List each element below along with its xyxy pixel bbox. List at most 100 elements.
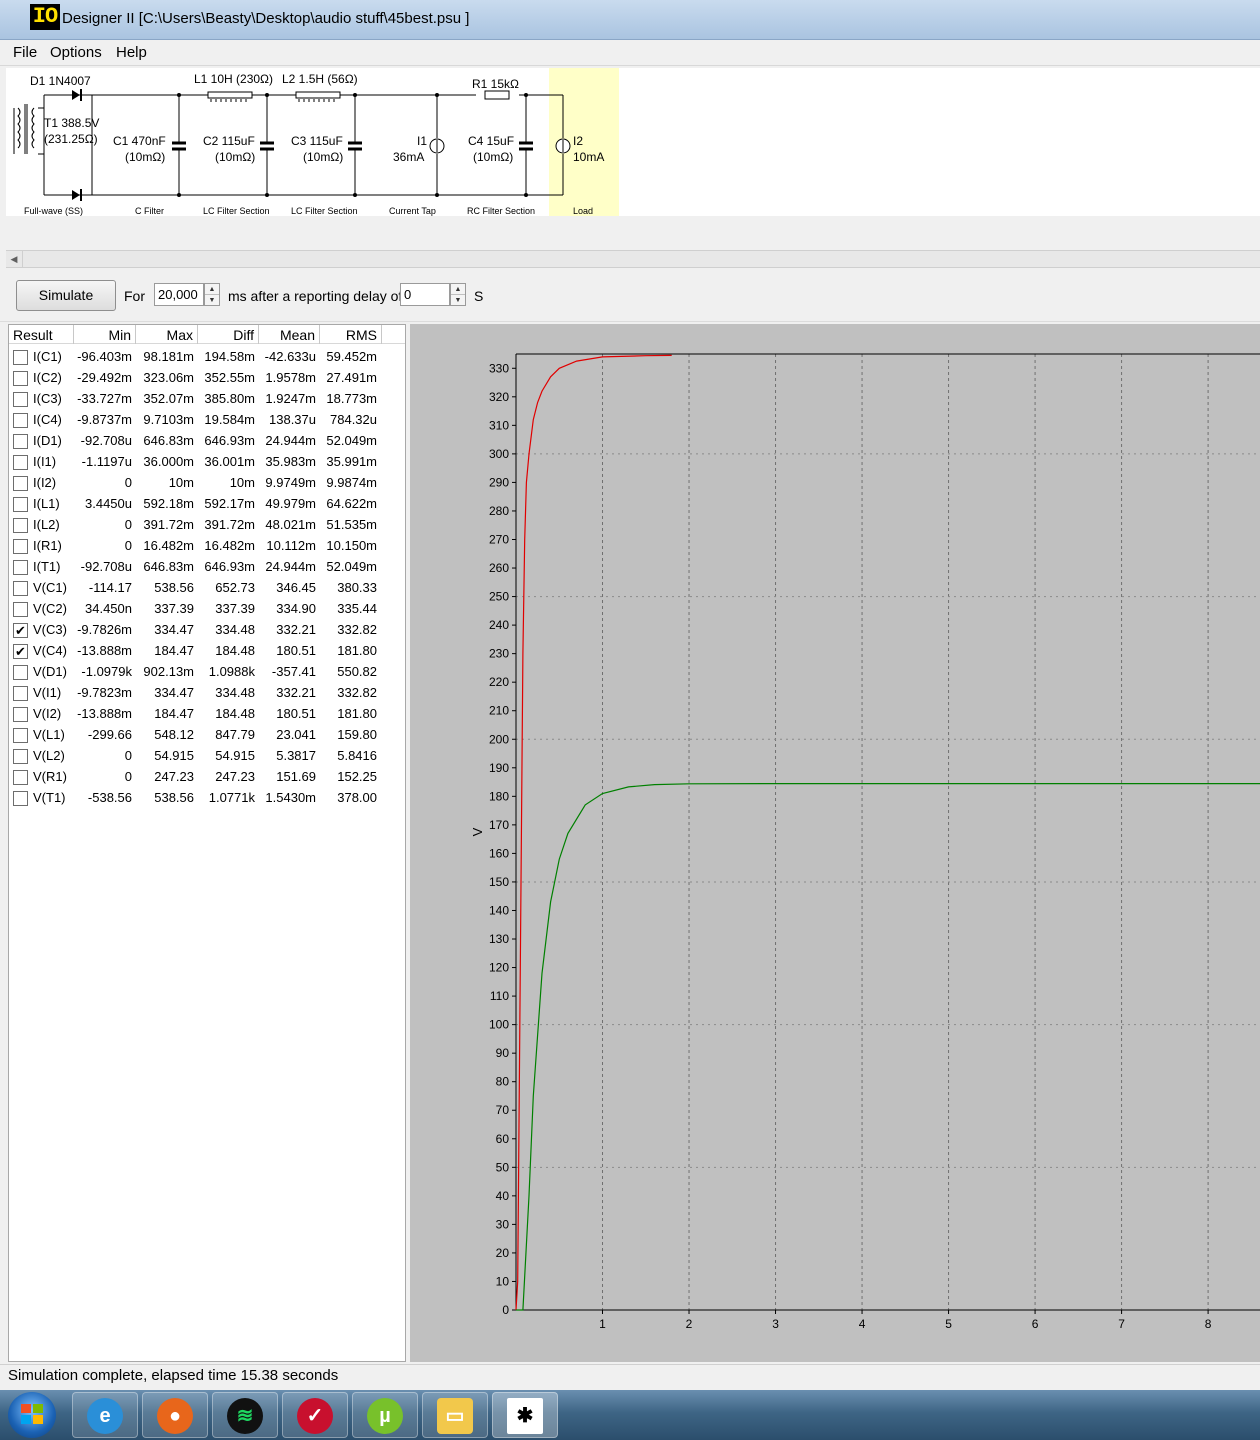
section-rectifier[interactable]: Full-wave (SS) [24, 206, 83, 216]
section-load[interactable]: Load [573, 206, 593, 216]
result-max: 10m [168, 475, 194, 490]
result-max: 592.18m [143, 496, 194, 511]
duration-spinner[interactable]: ▲ ▼ [204, 283, 220, 306]
result-checkbox[interactable] [13, 413, 28, 428]
result-checkbox[interactable] [13, 539, 28, 554]
taskbar-internet-explorer[interactable]: e [72, 1392, 138, 1438]
result-max: 9.7103m [143, 412, 194, 427]
result-checkbox[interactable] [13, 497, 28, 512]
result-min: -92.708u [80, 559, 132, 574]
col-max[interactable]: Max [136, 325, 198, 344]
result-min: -9.7823m [77, 685, 132, 700]
y-tick-label: 190 [489, 761, 509, 775]
result-checkbox[interactable] [13, 518, 28, 533]
result-min: -114.17 [88, 580, 132, 595]
x-tick-label: 3 [772, 1317, 779, 1331]
result-max: 902.13m [143, 664, 194, 679]
result-checkbox[interactable] [13, 455, 28, 470]
result-mean: 180.51 [276, 706, 316, 721]
result-checkbox[interactable]: ✔ [13, 623, 28, 638]
schematic-scrollbar[interactable]: ◀ [6, 250, 1260, 268]
result-diff: 194.58m [204, 349, 255, 364]
result-max: 184.47 [154, 706, 194, 721]
col-diff[interactable]: Diff [198, 325, 259, 344]
result-mean: 10.112m [266, 538, 316, 553]
result-checkbox[interactable] [13, 665, 28, 680]
result-rms: 181.80 [337, 643, 377, 658]
result-checkbox[interactable] [13, 392, 28, 407]
simulate-button[interactable]: Simulate [16, 280, 116, 311]
result-rms: 378.00 [337, 790, 377, 805]
result-mean: 332.21 [276, 622, 316, 637]
table-row: V(L2) 0 54.915 54.915 5.3817 5.8416 [9, 746, 405, 767]
spotify-icon: ≋ [227, 1398, 263, 1434]
result-checkbox[interactable] [13, 707, 28, 722]
scroll-left-arrow-icon[interactable]: ◀ [6, 251, 23, 267]
spin-down-icon[interactable]: ▼ [205, 295, 219, 306]
result-min: -92.708u [80, 433, 132, 448]
taskbar-spotify[interactable]: ≋ [212, 1392, 278, 1438]
windows-logo-icon [20, 1402, 44, 1426]
result-checkbox[interactable] [13, 728, 28, 743]
result-max: 16.482m [143, 538, 194, 553]
taskbar-mail-app[interactable]: ✓ [282, 1392, 348, 1438]
section-lc-filter-2[interactable]: LC Filter Section [291, 206, 358, 216]
result-name: V(C2) [33, 601, 67, 616]
result-diff: 1.0771k [208, 790, 255, 805]
spin-up-icon[interactable]: ▲ [205, 284, 219, 295]
result-checkbox[interactable] [13, 602, 28, 617]
col-mean[interactable]: Mean [259, 325, 320, 344]
col-rms[interactable]: RMS [320, 325, 382, 344]
result-rms: 10.150m [326, 538, 377, 553]
result-checkbox[interactable] [13, 371, 28, 386]
y-tick-label: 130 [489, 932, 509, 946]
col-result[interactable]: Result [9, 325, 74, 344]
taskbar-file-explorer[interactable]: ▭ [422, 1392, 488, 1438]
result-name: I(C1) [33, 349, 62, 364]
result-name: I(R1) [33, 538, 62, 553]
result-checkbox[interactable] [13, 560, 28, 575]
delay-input[interactable]: 0 [400, 283, 450, 306]
section-rc-filter[interactable]: RC Filter Section [467, 206, 535, 216]
taskbar-utorrent[interactable]: µ [352, 1392, 418, 1438]
result-mean: 332.21 [276, 685, 316, 700]
result-checkbox[interactable] [13, 686, 28, 701]
result-checkbox[interactable] [13, 476, 28, 491]
result-checkbox[interactable]: ✔ [13, 644, 28, 659]
for-label: For [124, 288, 145, 304]
result-checkbox[interactable] [13, 581, 28, 596]
result-checkbox[interactable] [13, 350, 28, 365]
result-name: V(L2) [33, 748, 65, 763]
duration-input[interactable]: 20,000 [154, 283, 204, 306]
table-row: V(I2) -13.888m 184.47 184.48 180.51 181.80 [9, 704, 405, 725]
y-tick-label: 310 [489, 418, 509, 432]
result-min: 34.450n [85, 601, 132, 616]
result-diff: 54.915 [215, 748, 255, 763]
c4-esr: (10mΩ) [473, 150, 514, 164]
section-c-filter[interactable]: C Filter [135, 206, 164, 216]
col-min[interactable]: Min [74, 325, 136, 344]
spin-up-icon[interactable]: ▲ [451, 284, 465, 295]
result-name: I(C4) [33, 412, 62, 427]
taskbar-psu-designer[interactable]: ✱ [492, 1392, 558, 1438]
start-button[interactable] [8, 1392, 56, 1438]
result-checkbox[interactable] [13, 770, 28, 785]
result-checkbox[interactable] [13, 749, 28, 764]
taskbar-firefox[interactable]: ● [142, 1392, 208, 1438]
result-min: -9.7826m [77, 622, 132, 637]
result-name: I(T1) [33, 559, 61, 574]
menu-file[interactable]: File [13, 44, 37, 61]
result-mean: 334.90 [276, 601, 316, 616]
menu-help[interactable]: Help [116, 44, 147, 61]
menu-options[interactable]: Options [50, 44, 102, 61]
result-name: V(L1) [33, 727, 65, 742]
section-lc-filter-1[interactable]: LC Filter Section [203, 206, 270, 216]
section-current-tap[interactable]: Current Tap [389, 206, 436, 216]
t1-resistance: (231.25Ω) [44, 132, 98, 146]
result-checkbox[interactable] [13, 434, 28, 449]
table-row: V(L1) -299.66 548.12 847.79 23.041 159.80 [9, 725, 405, 746]
delay-spinner[interactable]: ▲ ▼ [450, 283, 466, 306]
result-name: I(I1) [33, 454, 57, 469]
result-checkbox[interactable] [13, 791, 28, 806]
spin-down-icon[interactable]: ▼ [451, 295, 465, 306]
